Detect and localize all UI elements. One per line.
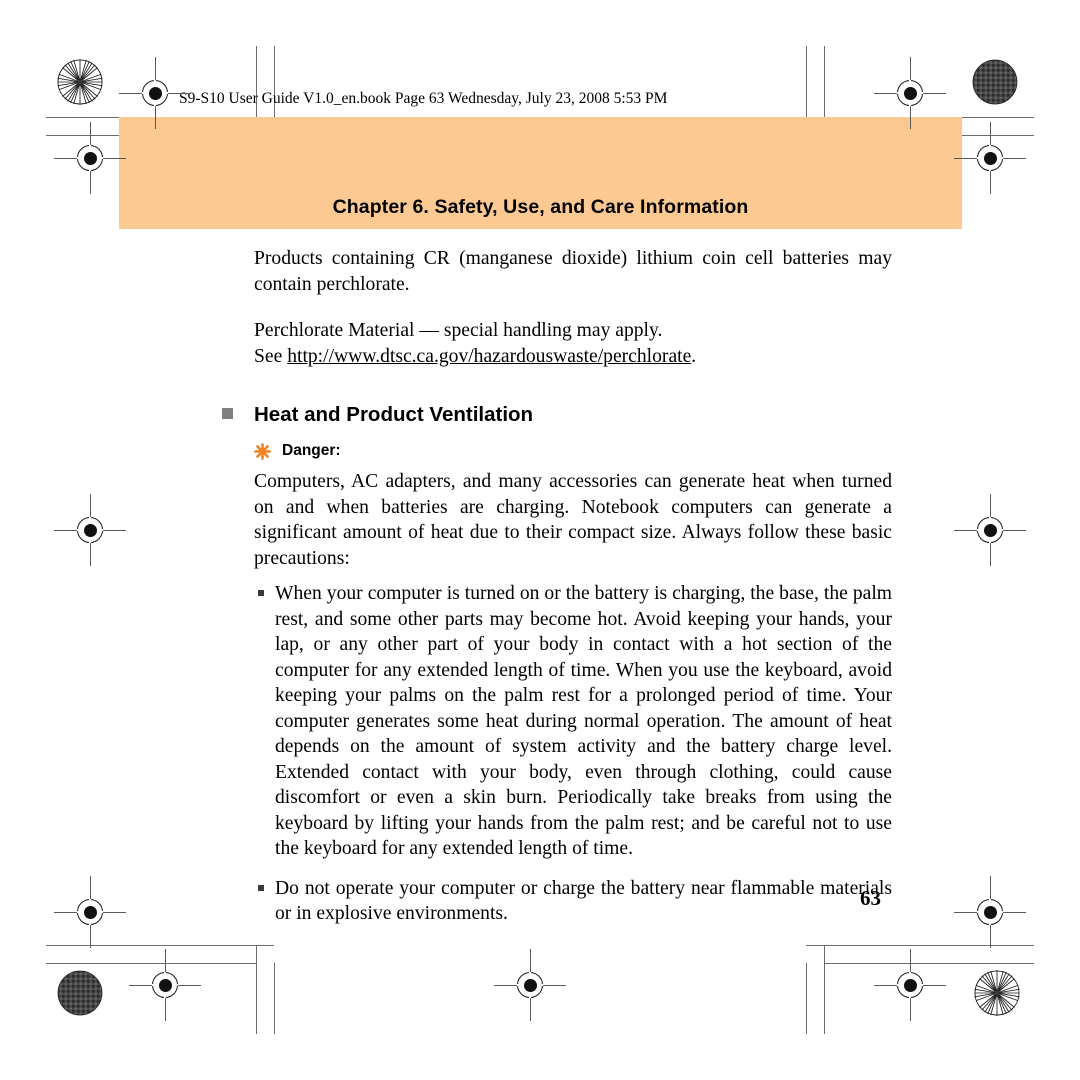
chapter-title: Chapter 6. Safety, Use, and Care Informa… <box>332 196 749 218</box>
square-bullet-icon <box>222 408 233 419</box>
danger-label-text: Danger: <box>282 442 341 459</box>
square-list-bullet-icon <box>258 884 264 891</box>
square-list-bullet-icon <box>258 590 264 596</box>
star-target-bottom-right <box>974 970 1020 1016</box>
perchlorate-material-line: Perchlorate Material — special handling … <box>254 320 663 341</box>
paragraph-heat-generation: Computers, AC adapters, and many accesso… <box>254 471 892 569</box>
registration-mark-bottom-left <box>129 949 201 1021</box>
paragraph-perchlorate-material: Perchlorate Material — special handling … <box>254 318 892 369</box>
see-suffix: . <box>691 345 697 367</box>
list-item-text: When your computer is turned on or the b… <box>275 583 892 859</box>
section-heading-label: Heat and Product Ventilation <box>254 403 534 426</box>
registration-mark-bottom-right <box>874 949 946 1021</box>
page-content: Products containing CR (manganese dioxid… <box>222 246 892 927</box>
crop-line <box>256 945 257 1034</box>
document-page: Chapter 6. Safety, Use, and Care Informa… <box>0 0 1080 1080</box>
crop-line <box>806 46 807 117</box>
section-heading-heat-and-product-ventilation: Heat and Product Ventilation <box>222 401 892 428</box>
list-item-text: Do not operate your computer or charge t… <box>275 877 892 925</box>
registration-mark-mid-left <box>54 494 126 566</box>
list-item: Do not operate your computer or charge t… <box>254 876 892 927</box>
precautions-list: When your computer is turned on or the b… <box>254 581 892 927</box>
danger-star-icon <box>254 443 271 460</box>
star-target-top-left <box>57 59 103 105</box>
crop-line <box>824 945 825 1034</box>
crop-line <box>806 963 807 1034</box>
running-header: S9-S10 User Guide V1.0_en.book Page 63 W… <box>179 90 668 107</box>
registration-mark-upper-right <box>954 122 1026 194</box>
page-number: 63 <box>860 886 881 910</box>
danger-notice-label: Danger: <box>254 442 892 460</box>
list-item: When your computer is turned on or the b… <box>254 581 892 862</box>
density-patch-top-right <box>972 59 1018 105</box>
registration-mark-top-left <box>119 57 191 129</box>
perchlorate-link[interactable]: http://www.dtsc.ca.gov/hazardouswaste/pe… <box>287 346 691 367</box>
see-prefix: See <box>254 345 288 367</box>
chapter-banner: Chapter 6. Safety, Use, and Care Informa… <box>119 117 962 229</box>
crop-line <box>274 963 275 1034</box>
registration-mark-lower-left <box>54 876 126 948</box>
density-patch-bottom-left <box>57 970 103 1016</box>
registration-mark-lower-right <box>954 876 1026 948</box>
paragraph-perchlorate-batteries: Products containing CR (manganese dioxid… <box>254 248 892 295</box>
registration-mark-upper-left <box>54 122 126 194</box>
registration-mark-mid-right <box>954 494 1026 566</box>
registration-mark-bottom-center <box>494 949 566 1021</box>
registration-mark-top-right <box>874 57 946 129</box>
